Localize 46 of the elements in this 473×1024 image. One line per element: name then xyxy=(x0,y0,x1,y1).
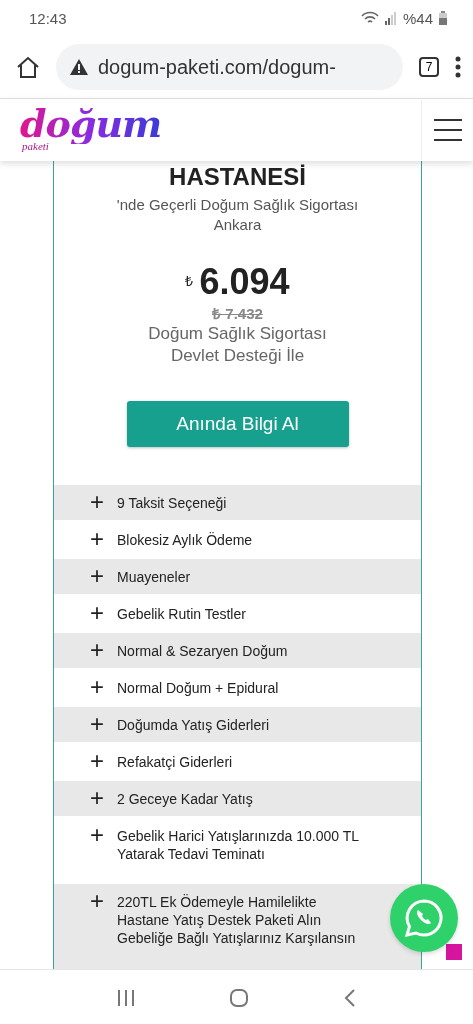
feature-label: Gebelik Harici Yatışlarınızda 10.000 TL Yatarak Tedavi Teminatı xyxy=(117,827,360,863)
feature-label: Blokesiz Aylık Ödeme xyxy=(117,531,253,549)
plus-icon: + xyxy=(90,493,106,511)
battery-percent: %44 xyxy=(402,9,433,27)
city-text: Ankara xyxy=(212,215,263,235)
plus-icon: + xyxy=(90,789,106,807)
old-price: ₺ 7.432 xyxy=(211,304,264,323)
warning-icon xyxy=(70,59,88,75)
feature-label: Refakatçi Giderleri xyxy=(117,753,233,771)
url-text: dogum-paketi.com/dogum- xyxy=(98,55,336,79)
plus-icon: + xyxy=(90,826,106,844)
plus-icon: + xyxy=(90,678,106,696)
feature-label: 2 Geceye Kadar Yatış xyxy=(117,790,253,808)
subtitle-text: 'nde Geçerli Doğum Sağlık Sigortası xyxy=(115,195,360,215)
feature-label: Normal Doğum + Epidural xyxy=(117,679,279,697)
feature-label: Doğumda Yatış Giderleri xyxy=(117,716,269,734)
wifi-icon xyxy=(360,11,379,25)
chat-phone-icon xyxy=(404,898,444,938)
feature-label: Normal & Sezaryen Doğum xyxy=(117,642,288,660)
home-icon[interactable] xyxy=(16,56,40,78)
address-bar[interactable]: dogum-paketi.com/dogum- xyxy=(56,44,403,90)
price-note: Devlet Desteği İle xyxy=(169,345,306,367)
plus-icon: + xyxy=(90,604,106,622)
plus-icon: + xyxy=(90,567,106,585)
clock-time: 12:43 xyxy=(29,9,67,27)
feature-label: Gebelik Rutin Testler xyxy=(117,605,246,623)
more-menu-icon[interactable] xyxy=(455,56,461,78)
plus-icon: + xyxy=(90,641,106,659)
price-note: Doğum Sağlık Sigortası xyxy=(147,323,328,345)
feature-label: 9 Taksit Seçeneği xyxy=(117,494,227,512)
plus-icon: + xyxy=(90,752,106,770)
feature-label: Muayeneler xyxy=(117,568,191,586)
plus-icon: + xyxy=(90,892,106,910)
battery-icon xyxy=(439,11,447,25)
feature-label: 220TL Ek Ödemeyle Hamilelikte Hastane Yatış Destek Paketi Alın Gebeliğe Bağlı Yatışlarınız Karşılansın xyxy=(117,893,357,947)
hospital-title: HASTANESİ xyxy=(168,163,307,191)
plus-icon: + xyxy=(90,530,106,548)
home-button-icon[interactable] xyxy=(229,988,250,1008)
plus-icon: + xyxy=(90,715,106,733)
recent-apps-icon[interactable] xyxy=(117,990,136,1006)
currency-symbol: ₺ xyxy=(185,272,194,290)
back-icon[interactable] xyxy=(343,989,356,1007)
signal-icon xyxy=(384,11,397,25)
tab-count-button[interactable]: 7 xyxy=(419,57,439,77)
menu-icon xyxy=(433,119,462,141)
price-value: 6.094 xyxy=(199,263,290,301)
